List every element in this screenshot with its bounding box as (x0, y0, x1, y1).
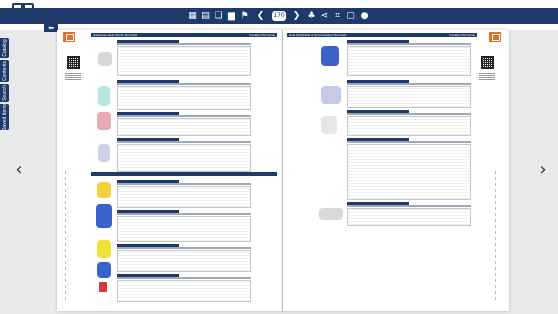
crop-icon[interactable]: ⌗ (331, 8, 344, 24)
product-image (98, 52, 112, 66)
spec-table (117, 244, 251, 272)
tab-saved-items[interactable]: Saved Items (0, 103, 9, 131)
product-image (97, 262, 111, 278)
product-image (97, 240, 111, 258)
qr-caption (479, 72, 495, 80)
page-side-text (65, 170, 66, 300)
cart-icon[interactable]: ⚑ (238, 8, 251, 24)
spec-table (117, 80, 251, 110)
tab-contents[interactable]: Contents (0, 60, 9, 82)
side-tabs: Catalog Contents Search Saved Items (0, 38, 10, 132)
spec-table (117, 40, 251, 76)
page-badge-icon (489, 32, 501, 42)
qr-code-icon (481, 56, 494, 69)
spec-table (347, 202, 471, 226)
spec-table (347, 110, 471, 136)
spec-table (347, 80, 471, 108)
bookmark-icon[interactable]: ❏ (212, 8, 225, 24)
product-image (321, 86, 341, 104)
product-image (319, 208, 343, 220)
left-page-header: Solderless Heat Shrink Terminals Insulat… (91, 33, 277, 37)
notes-icon[interactable]: ▆ (225, 8, 238, 24)
tab-catalog[interactable]: Catalog (0, 38, 9, 58)
product-image (321, 46, 339, 66)
product-image (97, 112, 111, 130)
product-image (96, 204, 112, 228)
share-icon[interactable]: ⋖ (318, 8, 331, 24)
right-page-header: Heat Shrinkable & Non-Insulated Terminal… (287, 33, 477, 37)
back-arrow-icon[interactable]: ⬅ (44, 24, 58, 32)
product-image (321, 116, 337, 134)
spec-table (117, 274, 251, 302)
qr-caption (65, 72, 81, 80)
page-number-input[interactable]: 170 (272, 11, 286, 21)
toolbar: ▦ ▤ ❏ ▆ ⚑ ❮ 170 ❯ ♣ ⋖ ⌗ ▢ ● (0, 8, 558, 24)
right-page[interactable]: Heat Shrinkable & Non-Insulated Terminal… (283, 30, 509, 311)
spec-table (117, 112, 251, 136)
spec-table (117, 210, 251, 242)
product-image (98, 144, 110, 162)
info-icon[interactable]: ● (358, 8, 371, 24)
print-icon[interactable]: ♣ (305, 8, 318, 24)
grid-icon[interactable]: ▦ (186, 8, 199, 24)
product-image (97, 182, 111, 198)
left-page[interactable]: Solderless Heat Shrink Terminals Insulat… (57, 30, 283, 311)
spec-table (347, 40, 471, 76)
prev-page-arrow[interactable]: ‹ (12, 158, 26, 182)
spec-table (117, 180, 251, 208)
next-page-arrow[interactable]: › (536, 158, 550, 182)
list-icon[interactable]: ▤ (199, 8, 212, 24)
tab-search[interactable]: Search (0, 84, 9, 102)
qr-code-icon (67, 56, 80, 69)
section-band (91, 172, 277, 176)
product-image (99, 282, 107, 292)
product-image (98, 86, 110, 106)
spec-table (347, 138, 471, 200)
fullscreen-icon[interactable]: ▢ (344, 8, 357, 24)
page-side-text (495, 170, 496, 300)
page-badge-icon (63, 32, 75, 42)
next-page-icon[interactable]: ❯ (290, 8, 303, 24)
prev-page-icon[interactable]: ❮ (254, 8, 267, 24)
spec-table (117, 138, 251, 172)
